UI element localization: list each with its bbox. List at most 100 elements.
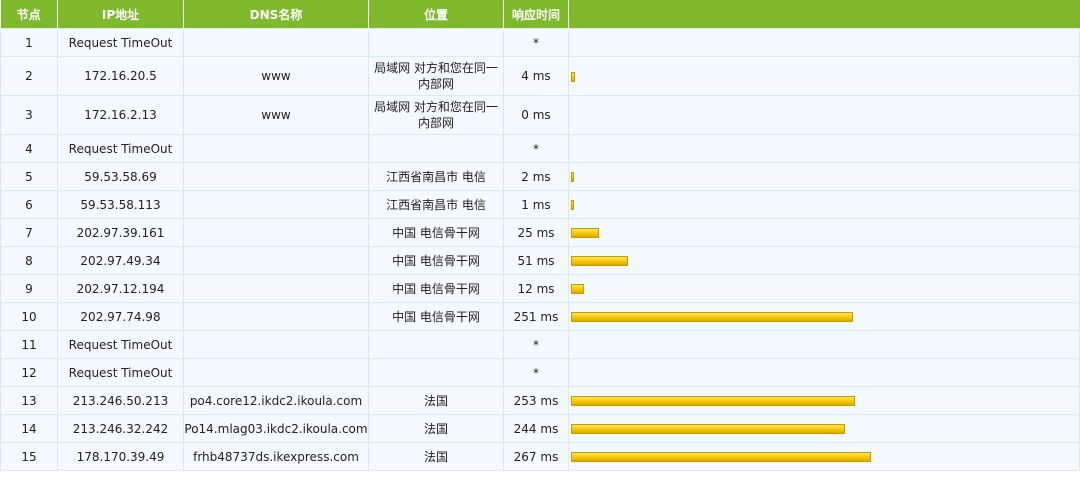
location-cell	[368, 28, 504, 57]
dns-cell	[183, 218, 369, 247]
location-cell	[368, 358, 504, 387]
ip-cell: 213.246.32.242	[57, 414, 184, 443]
response-bar-cell	[568, 274, 1080, 303]
response-time-cell: 251 ms	[503, 302, 569, 331]
node-cell: 7	[0, 218, 58, 247]
table-row: 11 Request TimeOut *	[0, 330, 1080, 359]
dns-cell: www	[183, 56, 369, 96]
response-bar-cell	[568, 218, 1080, 247]
table-row: 7 202.97.39.161 中国 电信骨干网 25 ms	[0, 218, 1080, 247]
response-bar-cell	[568, 414, 1080, 443]
ip-cell: 202.97.12.194	[57, 274, 184, 303]
table-row: 10 202.97.74.98 中国 电信骨干网 251 ms	[0, 302, 1080, 331]
node-cell: 4	[0, 134, 58, 163]
header-dns: DNS名称	[183, 0, 369, 29]
ip-cell: 202.97.49.34	[57, 246, 184, 275]
response-time-bar	[571, 256, 628, 266]
ip-cell: 178.170.39.49	[57, 442, 184, 471]
table-row: 4 Request TimeOut *	[0, 134, 1080, 163]
dns-cell	[183, 190, 369, 219]
table-row: 9 202.97.12.194 中国 电信骨干网 12 ms	[0, 274, 1080, 303]
table-row: 5 59.53.58.69 江西省南昌市 电信 2 ms	[0, 162, 1080, 191]
location-cell: 法国	[368, 414, 504, 443]
table-row: 12 Request TimeOut *	[0, 358, 1080, 387]
response-bar-cell	[568, 330, 1080, 359]
ip-cell: 202.97.74.98	[57, 302, 184, 331]
table-row: 3 172.16.2.13 www 局域网 对方和您在同一内部网 0 ms	[0, 95, 1080, 135]
response-time-bar	[571, 396, 855, 406]
location-cell	[368, 330, 504, 359]
dns-cell	[183, 134, 369, 163]
response-time-cell: 51 ms	[503, 246, 569, 275]
node-cell: 9	[0, 274, 58, 303]
ip-cell: 172.16.20.5	[57, 56, 184, 96]
location-cell: 法国	[368, 442, 504, 471]
table-row: 8 202.97.49.34 中国 电信骨干网 51 ms	[0, 246, 1080, 275]
node-cell: 11	[0, 330, 58, 359]
response-bar-cell	[568, 358, 1080, 387]
response-time-bar	[571, 228, 599, 238]
response-time-cell: 253 ms	[503, 386, 569, 415]
header-node: 节点	[0, 0, 58, 29]
dns-cell	[183, 330, 369, 359]
node-cell: 15	[0, 442, 58, 471]
ip-cell: Request TimeOut	[57, 358, 184, 387]
node-cell: 14	[0, 414, 58, 443]
response-time-bar	[571, 172, 574, 182]
response-time-bar	[571, 71, 575, 82]
node-cell: 2	[0, 56, 58, 96]
dns-cell	[183, 274, 369, 303]
response-bar-cell	[568, 134, 1080, 163]
response-time-cell: *	[503, 134, 569, 163]
node-cell: 3	[0, 95, 58, 135]
response-time-cell: 244 ms	[503, 414, 569, 443]
response-bar-cell	[568, 95, 1080, 135]
ip-cell: Request TimeOut	[57, 330, 184, 359]
dns-cell: Po14.mlag03.ikdc2.ikoula.com	[183, 414, 369, 443]
traceroute-table: 节点 IP地址 DNS名称 位置 响应时间 1 Request TimeOut * 2…	[0, 0, 1080, 471]
ip-cell: 59.53.58.69	[57, 162, 184, 191]
dns-cell: www	[183, 95, 369, 135]
table-row: 15 178.170.39.49 frhb48737ds.ikexpress.com…	[0, 442, 1080, 471]
response-bar-cell	[568, 162, 1080, 191]
table-row: 14 213.246.32.242 Po14.mlag03.ikdc2.ikoula…	[0, 414, 1080, 443]
response-time-bar	[571, 424, 845, 434]
header-bar-column	[568, 0, 1080, 29]
dns-cell	[183, 28, 369, 57]
table-header-row: 节点 IP地址 DNS名称 位置 响应时间	[0, 0, 1080, 29]
response-time-cell: 267 ms	[503, 442, 569, 471]
ip-cell: 172.16.2.13	[57, 95, 184, 135]
response-bar-cell	[568, 246, 1080, 275]
response-bar-cell	[568, 28, 1080, 57]
ip-cell: 59.53.58.113	[57, 190, 184, 219]
location-cell: 中国 电信骨干网	[368, 302, 504, 331]
response-time-cell: 12 ms	[503, 274, 569, 303]
table-row: 6 59.53.58.113 江西省南昌市 电信 1 ms	[0, 190, 1080, 219]
ip-cell: Request TimeOut	[57, 134, 184, 163]
location-cell: 局域网 对方和您在同一内部网	[368, 95, 504, 135]
response-bar-cell	[568, 302, 1080, 331]
response-bar-cell	[568, 56, 1080, 96]
location-cell: 中国 电信骨干网	[368, 218, 504, 247]
response-bar-cell	[568, 190, 1080, 219]
location-cell	[368, 134, 504, 163]
dns-cell	[183, 162, 369, 191]
response-time-cell: 1 ms	[503, 190, 569, 219]
node-cell: 5	[0, 162, 58, 191]
response-time-bar	[571, 452, 871, 462]
header-location: 位置	[368, 0, 504, 29]
response-time-cell: *	[503, 358, 569, 387]
table-row: 1 Request TimeOut *	[0, 28, 1080, 57]
table-body: 1 Request TimeOut * 2 172.16.20.5 www 局域网 对方和您…	[0, 28, 1080, 471]
response-time-cell: *	[503, 330, 569, 359]
node-cell: 6	[0, 190, 58, 219]
table-row: 2 172.16.20.5 www 局域网 对方和您在同一内部网 4 ms	[0, 56, 1080, 96]
response-time-bar	[571, 284, 584, 294]
dns-cell	[183, 302, 369, 331]
header-response-time: 响应时间	[503, 0, 569, 29]
location-cell: 中国 电信骨干网	[368, 274, 504, 303]
response-time-cell: 0 ms	[503, 95, 569, 135]
table-row: 13 213.246.50.213 po4.core12.ikdc2.ikoula.…	[0, 386, 1080, 415]
ip-cell: 213.246.50.213	[57, 386, 184, 415]
ip-cell: 202.97.39.161	[57, 218, 184, 247]
